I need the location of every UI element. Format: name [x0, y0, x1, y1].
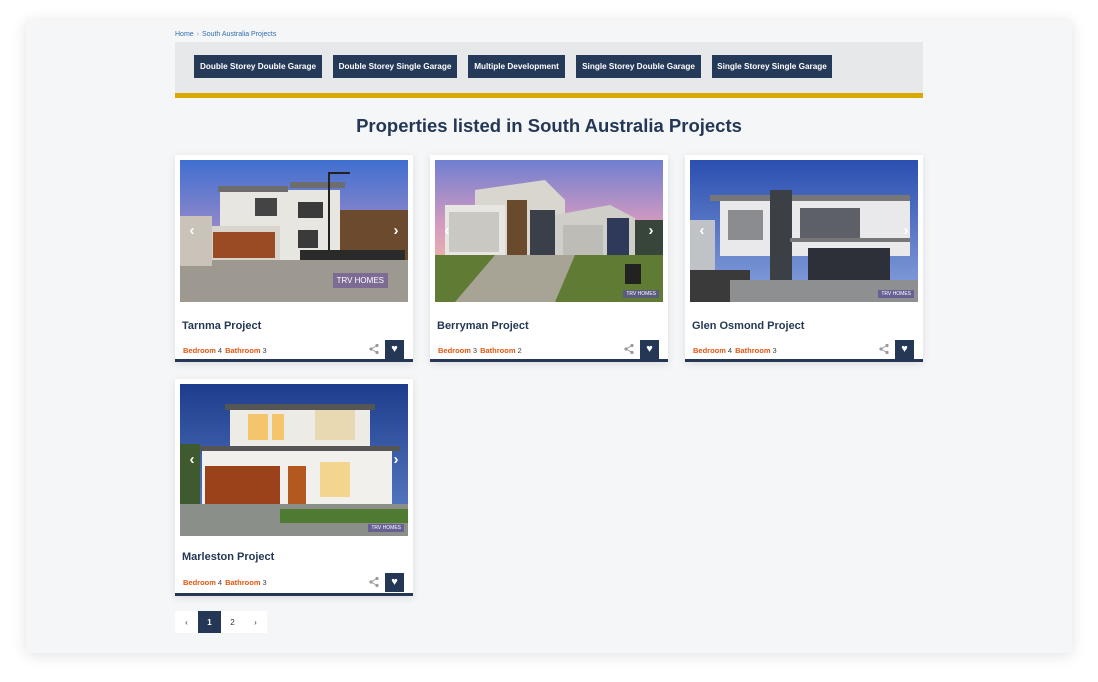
filter-double-storey-single-garage[interactable]: Double Storey Single Garage: [333, 55, 457, 78]
share-icon[interactable]: [368, 576, 380, 588]
chevron-right-icon[interactable]: ›: [389, 223, 403, 239]
breadcrumb-home[interactable]: Home: [175, 31, 194, 38]
bedroom-count: 4: [727, 346, 733, 355]
bedroom-count: 3: [472, 346, 478, 355]
watermark: TRV HOMES: [878, 290, 914, 298]
chevron-left-icon[interactable]: ‹: [185, 452, 199, 468]
bedroom-label: Bedroom: [183, 578, 216, 587]
pagination-prev-icon[interactable]: ‹: [175, 611, 198, 633]
share-icon[interactable]: [623, 343, 635, 355]
chevron-right-icon[interactable]: ›: [899, 223, 913, 239]
property-title[interactable]: Glen Osmond Project: [692, 320, 804, 332]
page-title: Properties listed in South Australia Pro…: [356, 115, 742, 136]
watermark: TRV HOMES: [368, 524, 404, 532]
property-card-glen-osmond[interactable]: TRV HOMES ‹ › Glen Osmond Project Bedroo…: [685, 155, 923, 362]
favorite-heart-icon[interactable]: ♥: [640, 340, 659, 359]
bathroom-label: Bathroom: [480, 346, 516, 355]
filter-bar: Double Storey Double Garage Double Store…: [175, 42, 923, 98]
watermark: TRV HOMES: [623, 290, 659, 298]
filter-single-storey-single-garage[interactable]: Single Storey Single Garage: [712, 55, 832, 78]
property-title[interactable]: Berryman Project: [437, 320, 529, 332]
favorite-heart-icon[interactable]: ♥: [385, 340, 404, 359]
watermark: TRV HOMES: [332, 273, 388, 288]
bathroom-label: Bathroom: [735, 346, 771, 355]
property-title[interactable]: Marleston Project: [182, 551, 274, 563]
property-card-marleston[interactable]: TRV HOMES ‹ › Marleston Project Bedroom 4…: [175, 379, 413, 596]
bedroom-label: Bedroom: [693, 346, 726, 355]
bedroom-label: Bedroom: [438, 346, 471, 355]
chevron-right-icon[interactable]: ›: [644, 223, 658, 239]
chevron-left-icon[interactable]: ‹: [440, 223, 454, 239]
pagination: ‹ 1 2 ›: [175, 611, 267, 633]
bathroom-count: 3: [772, 346, 777, 355]
breadcrumb-separator-icon: ›: [196, 31, 200, 38]
bathroom-label: Bathroom: [225, 346, 261, 355]
chevron-left-icon[interactable]: ‹: [185, 223, 199, 239]
share-icon[interactable]: [368, 343, 380, 355]
breadcrumb-current[interactable]: South Australia Projects: [202, 31, 276, 38]
pagination-page-2[interactable]: 2: [221, 611, 244, 633]
breadcrumb: Home › South Australia Projects: [175, 31, 276, 38]
favorite-heart-icon[interactable]: ♥: [895, 340, 914, 359]
property-specs: Bedroom 3 Bathroom 2: [438, 346, 525, 355]
share-icon[interactable]: [878, 343, 890, 355]
bathroom-label: Bathroom: [225, 578, 261, 587]
bedroom-count: 4: [217, 346, 223, 355]
filter-double-storey-double-garage[interactable]: Double Storey Double Garage: [194, 55, 322, 78]
property-title[interactable]: Tarnma Project: [182, 320, 261, 332]
property-specs: Bedroom 4 Bathroom 3: [183, 578, 270, 587]
property-photo[interactable]: TRV HOMES ‹ ›: [435, 160, 663, 302]
filter-multiple-development[interactable]: Multiple Development: [468, 55, 565, 78]
favorite-heart-icon[interactable]: ♥: [385, 573, 404, 592]
bathroom-count: 3: [262, 346, 267, 355]
bedroom-count: 4: [217, 578, 223, 587]
bathroom-count: 3: [262, 578, 267, 587]
property-card-tarnma[interactable]: TRV HOMES ‹ › Tarnma Project Bedroom 4 Bat…: [175, 155, 413, 362]
chevron-left-icon[interactable]: ‹: [695, 223, 709, 239]
property-photo[interactable]: TRV HOMES ‹ ›: [180, 160, 408, 302]
property-photo[interactable]: TRV HOMES ‹ ›: [690, 160, 918, 302]
property-specs: Bedroom 4 Bathroom 3: [183, 346, 270, 355]
pagination-page-1[interactable]: 1: [198, 611, 221, 633]
bathroom-count: 2: [517, 346, 522, 355]
property-specs: Bedroom 4 Bathroom 3: [693, 346, 780, 355]
chevron-right-icon[interactable]: ›: [389, 452, 403, 468]
property-photo[interactable]: TRV HOMES ‹ ›: [180, 384, 408, 536]
bedroom-label: Bedroom: [183, 346, 216, 355]
pagination-next-icon[interactable]: ›: [244, 611, 267, 633]
filter-single-storey-double-garage[interactable]: Single Storey Double Garage: [576, 55, 701, 78]
property-card-berryman[interactable]: TRV HOMES ‹ › Berryman Project Bedroom 3 B…: [430, 155, 668, 362]
